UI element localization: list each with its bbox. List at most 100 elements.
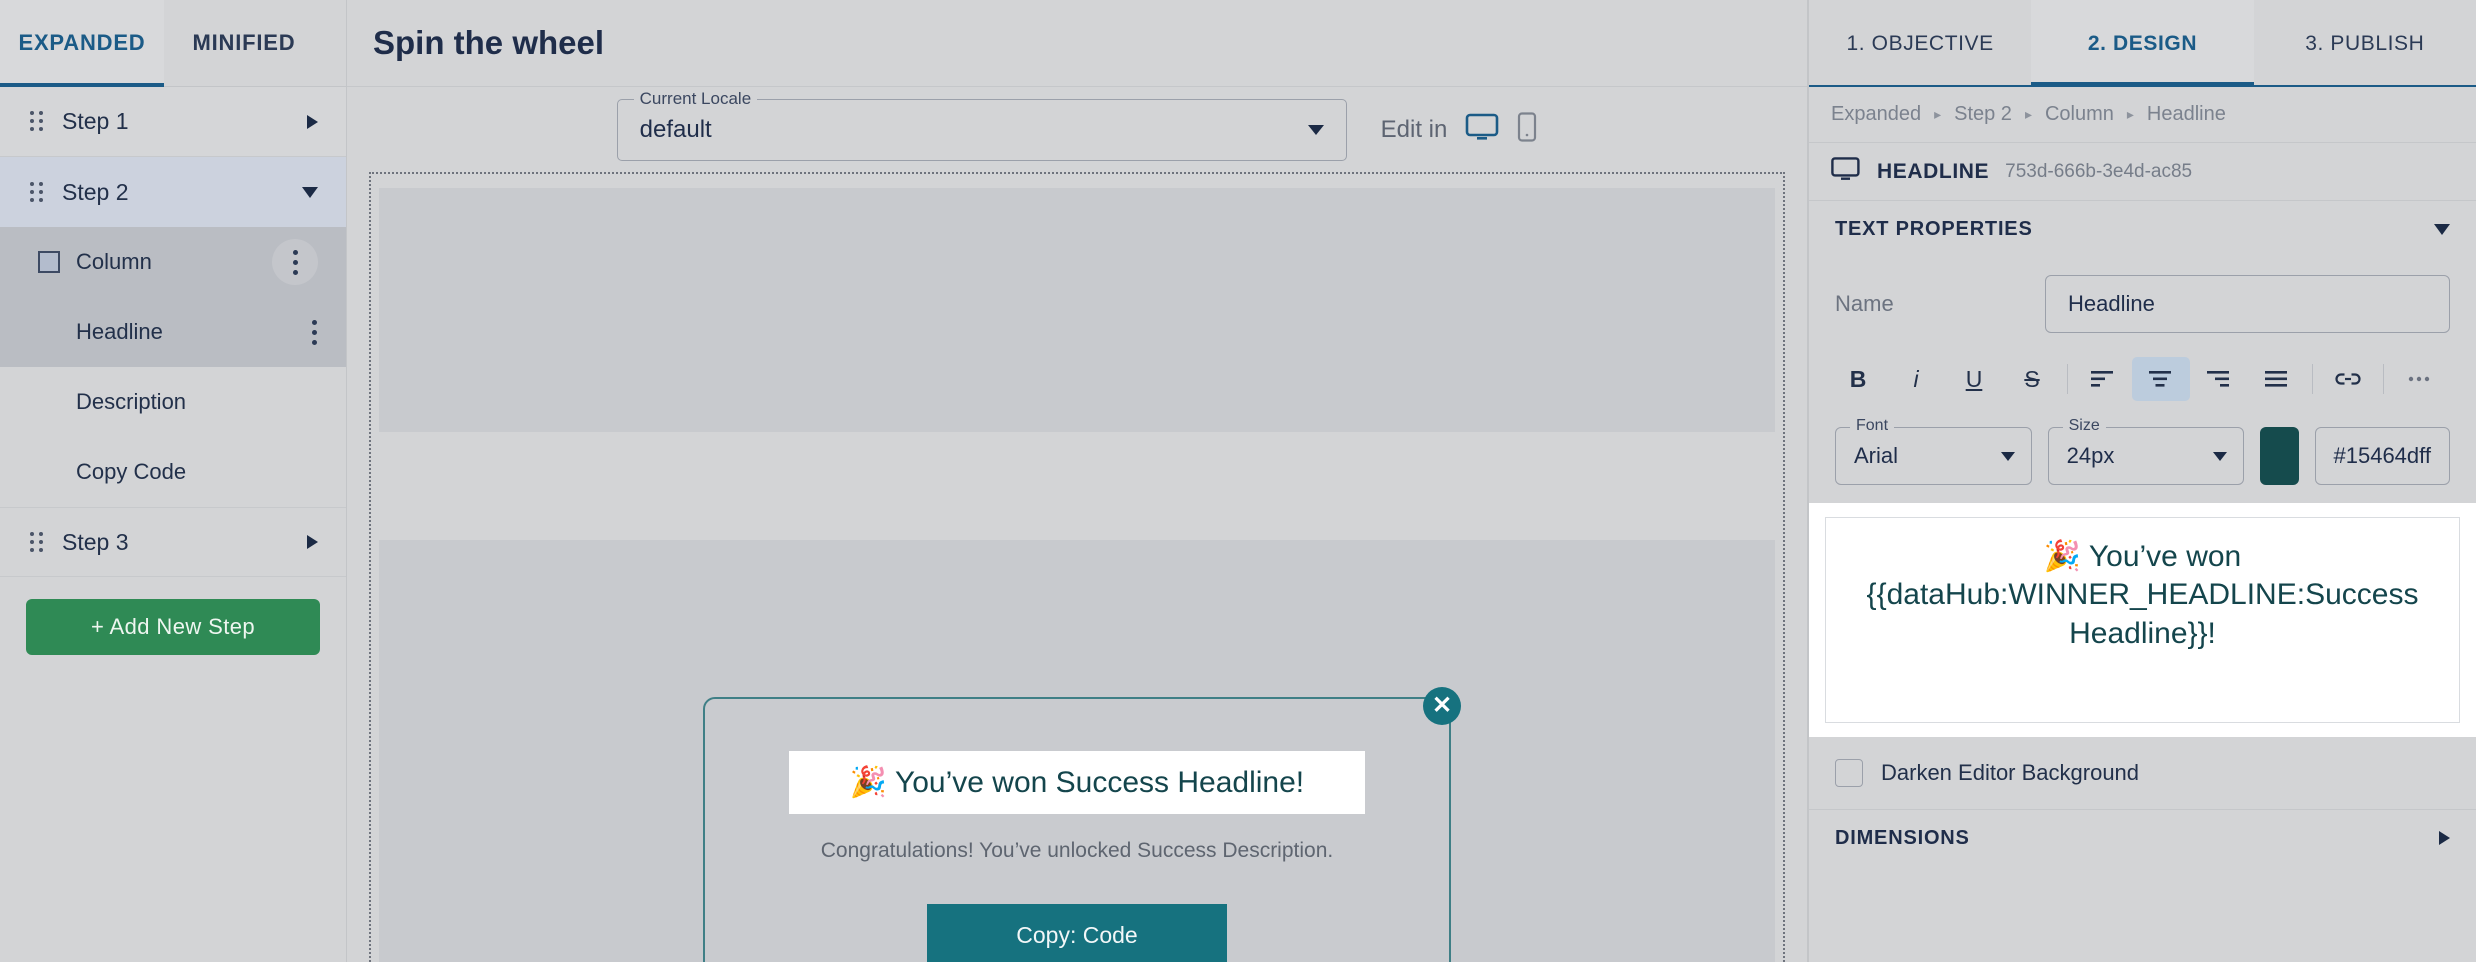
copy-code-label: Copy Code xyxy=(76,459,187,484)
structure-sidebar: EXPANDED MINIFIED Step 1 Step 2 Column H… xyxy=(0,0,347,962)
chevron-down-icon[interactable] xyxy=(2434,223,2450,235)
size-value: 24px xyxy=(2066,443,2115,468)
chevron-right-icon[interactable] xyxy=(307,535,318,549)
mobile-icon[interactable] xyxy=(1517,112,1537,147)
breadcrumb-separator-icon: ▸ xyxy=(2024,106,2032,122)
underline-icon[interactable]: U xyxy=(1945,357,2003,401)
rich-text-editor-wrapper: 🎉 You’ve won {{dataHub:WINNER_HEADLINE:S… xyxy=(1809,503,2476,737)
toolbar-divider xyxy=(2067,364,2068,394)
copy-code-button[interactable]: Copy: Code xyxy=(927,904,1227,962)
toolbar-divider xyxy=(2312,364,2313,394)
drag-handle-icon[interactable] xyxy=(30,531,46,553)
rich-text-editor[interactable]: 🎉 You’ve won {{dataHub:WINNER_HEADLINE:S… xyxy=(1825,517,2460,723)
tab-design[interactable]: 2. DESIGN xyxy=(2031,0,2254,87)
section-text-properties[interactable]: TEXT PROPERTIES xyxy=(1809,201,2476,257)
tab-expanded-label: EXPANDED xyxy=(18,30,146,55)
toolbar-divider xyxy=(2383,364,2384,394)
chevron-right-icon[interactable] xyxy=(2439,831,2450,845)
section-dimensions-label: DIMENSIONS xyxy=(1835,826,1970,849)
text-color-swatch[interactable] xyxy=(2260,427,2299,485)
column-label: Column xyxy=(76,249,152,274)
add-new-step-button[interactable]: + Add New Step xyxy=(26,599,320,655)
chevron-down-icon[interactable] xyxy=(1307,124,1324,135)
element-header: HEADLINE 753d-666b-3e4d-ac85 xyxy=(1809,143,2476,201)
strikethrough-icon[interactable]: S xyxy=(2003,357,2061,401)
more-options-icon[interactable] xyxy=(2390,357,2448,401)
modal-headline-container[interactable]: 🎉 You’ve won Success Headline! xyxy=(789,751,1365,814)
section-dimensions[interactable]: DIMENSIONS xyxy=(1809,810,2476,866)
font-value: Arial xyxy=(1854,443,1899,468)
panel-empty-space xyxy=(1809,866,2476,962)
bold-icon[interactable]: B xyxy=(1829,357,1887,401)
size-select[interactable]: Size 24px xyxy=(2047,417,2245,485)
chevron-down-icon[interactable] xyxy=(2213,451,2228,461)
color-hex-value: #15464dff xyxy=(2333,443,2431,468)
close-icon[interactable]: ✕ xyxy=(1423,687,1461,725)
column-menu-button[interactable] xyxy=(272,239,318,285)
chevron-down-icon[interactable] xyxy=(302,186,318,198)
sidebar-empty-space xyxy=(0,677,346,962)
more-vertical-icon xyxy=(291,249,299,275)
font-legend: Font xyxy=(1850,417,1895,435)
align-center-icon[interactable] xyxy=(2132,357,2190,401)
sidebar-item-column[interactable]: Column xyxy=(0,227,346,297)
rich-text-editor-content: 🎉 You’ve won {{dataHub:WINNER_HEADLINE:S… xyxy=(1866,540,2419,650)
sidebar-item-headline[interactable]: Headline xyxy=(0,297,346,367)
section-text-properties-label: TEXT PROPERTIES xyxy=(1835,217,2033,240)
tab-expanded[interactable]: EXPANDED xyxy=(0,0,164,87)
description-label: Description xyxy=(76,389,187,414)
step-3-label: Step 3 xyxy=(62,528,129,555)
canvas-area: ✕ 🎉 You’ve won Success Headline! Congrat… xyxy=(347,172,1807,962)
tab-objective[interactable]: 1. OBJECTIVE xyxy=(1809,0,2031,87)
app-root: EXPANDED MINIFIED Step 1 Step 2 Column H… xyxy=(0,0,2476,962)
canvas-block-gap xyxy=(379,432,1775,540)
modal-headline: 🎉 You’ve won Success Headline! xyxy=(849,766,1305,799)
step-2-label: Step 2 xyxy=(62,178,129,205)
italic-icon[interactable]: i xyxy=(1887,357,1945,401)
link-icon[interactable] xyxy=(2319,357,2377,401)
canvas-toolbar: Current Locale default Edit in xyxy=(347,87,1807,172)
wizard-tabs: 1. OBJECTIVE 2. DESIGN 3. PUBLISH xyxy=(1809,0,2476,87)
darken-editor-checkbox[interactable] xyxy=(1835,759,1863,787)
breadcrumb-separator-icon: ▸ xyxy=(2126,106,2134,122)
canvas-title-bar: Spin the wheel xyxy=(347,0,1807,87)
sidebar-item-description[interactable]: Description xyxy=(0,367,346,437)
name-label: Name xyxy=(1835,291,1894,316)
headline-menu-icon[interactable] xyxy=(310,319,318,345)
breadcrumb-item-expanded[interactable]: Expanded xyxy=(1831,103,1921,126)
step-row-1[interactable]: Step 1 xyxy=(0,87,346,157)
sidebar-tabs: EXPANDED MINIFIED xyxy=(0,0,346,87)
chevron-down-icon[interactable] xyxy=(2000,451,2015,461)
align-justify-icon[interactable] xyxy=(2248,357,2306,401)
locale-select[interactable]: Current Locale default xyxy=(616,88,1347,161)
tab-design-label: 2. DESIGN xyxy=(2087,31,2198,55)
element-id: 753d-666b-3e4d-ac85 xyxy=(2005,160,2193,182)
breadcrumb-item-column[interactable]: Column xyxy=(2045,103,2114,126)
size-legend: Size xyxy=(2062,417,2106,435)
page-title: Spin the wheel xyxy=(373,24,605,61)
breadcrumb-item-step2[interactable]: Step 2 xyxy=(1954,103,2012,126)
color-hex-field[interactable]: #15464dff xyxy=(2314,427,2450,485)
breadcrumb: Expanded ▸ Step 2 ▸ Column ▸ Headline xyxy=(1809,87,2476,143)
sidebar-item-copy-code[interactable]: Copy Code xyxy=(0,437,346,507)
locale-value: default xyxy=(639,115,712,143)
format-toolbar: B i U S xyxy=(1829,353,2456,405)
step-row-2[interactable]: Step 2 xyxy=(0,157,346,227)
drag-handle-icon[interactable] xyxy=(30,181,46,203)
properties-panel: 1. OBJECTIVE 2. DESIGN 3. PUBLISH Expand… xyxy=(1808,0,2476,962)
tab-objective-label: 1. OBJECTIVE xyxy=(1846,31,1994,55)
drag-handle-icon[interactable] xyxy=(30,111,46,133)
breadcrumb-item-headline[interactable]: Headline xyxy=(2147,103,2226,126)
darken-editor-row[interactable]: Darken Editor Background xyxy=(1809,737,2476,809)
column-icon xyxy=(38,251,60,273)
tab-publish-label: 3. PUBLISH xyxy=(2305,31,2425,55)
font-select[interactable]: Font Arial xyxy=(1835,417,2032,485)
step-row-3[interactable]: Step 3 xyxy=(0,507,346,577)
align-right-icon[interactable] xyxy=(2190,357,2248,401)
tab-publish[interactable]: 3. PUBLISH xyxy=(2254,0,2476,87)
name-input[interactable] xyxy=(2045,275,2450,333)
tab-minified[interactable]: MINIFIED xyxy=(164,0,324,86)
desktop-icon[interactable] xyxy=(1465,113,1499,146)
chevron-right-icon[interactable] xyxy=(307,114,318,129)
align-left-icon[interactable] xyxy=(2074,357,2132,401)
